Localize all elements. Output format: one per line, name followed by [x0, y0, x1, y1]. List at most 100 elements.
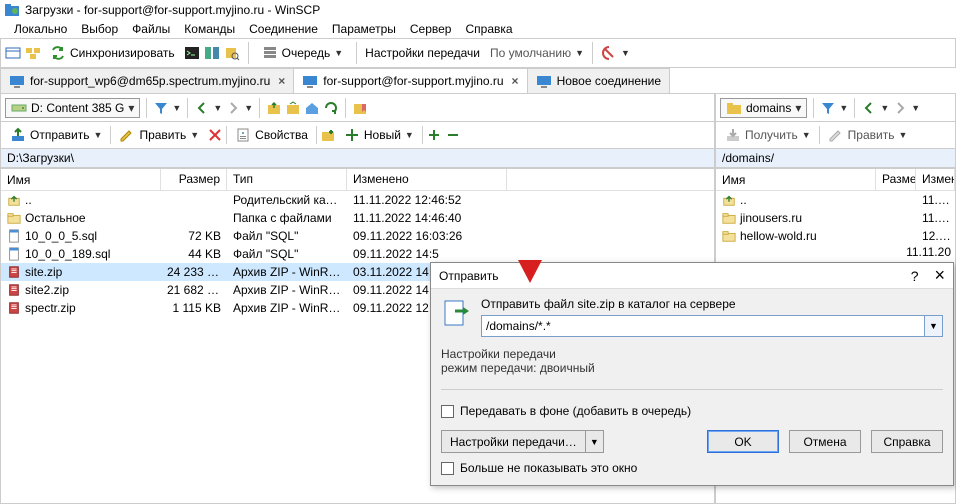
- chevron-down-icon[interactable]: ▼: [839, 103, 848, 113]
- transfer-settings-label[interactable]: Настройки передачи: [365, 46, 480, 60]
- table-row[interactable]: ..11.11.20: [716, 191, 955, 209]
- menu-commands[interactable]: Команды: [178, 21, 241, 37]
- menu-select[interactable]: Выбор: [75, 21, 124, 37]
- chevron-down-icon[interactable]: ▼: [586, 430, 604, 453]
- ok-button[interactable]: OK: [707, 430, 779, 453]
- filter-icon[interactable]: [820, 100, 836, 116]
- new-folder-icon[interactable]: [320, 127, 336, 143]
- queue-label: Очередь: [282, 46, 331, 60]
- back-icon[interactable]: [194, 100, 210, 116]
- minus-icon[interactable]: [445, 127, 461, 143]
- col-size[interactable]: Размер: [876, 169, 916, 190]
- button-label: Отмена: [803, 435, 846, 449]
- target-path-combo[interactable]: ▼: [481, 315, 943, 337]
- home-icon[interactable]: [304, 100, 320, 116]
- remote-dir-selector[interactable]: domains ▾: [720, 98, 807, 118]
- close-icon[interactable]: ×: [934, 265, 945, 286]
- new-button[interactable]: Новый ▼: [339, 124, 419, 146]
- cell-type: Файл "SQL": [227, 228, 347, 244]
- sites-icon[interactable]: [25, 45, 41, 61]
- tab-session-0[interactable]: for-support_wp6@dm65p.spectrum.myjino.ru…: [0, 68, 294, 93]
- delete-icon[interactable]: [207, 127, 223, 143]
- col-type[interactable]: Тип: [227, 169, 347, 190]
- col-name[interactable]: Имя: [716, 169, 876, 190]
- bookmark-icon[interactable]: [352, 100, 368, 116]
- remote-path: /domains/: [722, 151, 774, 165]
- chevron-down-icon[interactable]: ▼: [213, 103, 222, 113]
- edit-button[interactable]: Править ▼: [114, 124, 204, 146]
- download-icon: [725, 127, 741, 143]
- properties-button[interactable]: Свойства: [230, 124, 313, 146]
- root-icon[interactable]: [285, 100, 301, 116]
- chevron-down-icon[interactable]: ▼: [172, 103, 181, 113]
- col-size[interactable]: Размер: [161, 169, 227, 190]
- menu-help[interactable]: Справка: [459, 21, 518, 37]
- menu-connection[interactable]: Соединение: [243, 21, 324, 37]
- plus-icon[interactable]: [426, 127, 442, 143]
- tab-session-1[interactable]: for-support@for-support.myjino.ru ×: [293, 68, 527, 93]
- filter-icon[interactable]: [153, 100, 169, 116]
- col-name[interactable]: Имя: [1, 169, 161, 190]
- chevron-down-icon: ▼: [898, 130, 907, 140]
- table-row[interactable]: hellow-wold.ru12.11.20: [716, 227, 955, 245]
- refresh-icon[interactable]: [323, 100, 339, 116]
- find-icon[interactable]: [224, 45, 240, 61]
- parent-icon[interactable]: [266, 100, 282, 116]
- sync-icon: [50, 45, 66, 61]
- drive-icon: [11, 100, 27, 116]
- chevron-down-icon[interactable]: ▼: [621, 48, 630, 58]
- menu-server[interactable]: Сервер: [404, 21, 458, 37]
- chevron-down-icon: ▼: [802, 130, 811, 140]
- dont-show-again-checkbox[interactable]: Больше не показывать это окно: [441, 461, 943, 475]
- table-row[interactable]: ОстальноеПапка с файлами11.11.2022 14:46…: [1, 209, 714, 227]
- help-icon[interactable]: ?: [911, 268, 919, 284]
- back-icon[interactable]: [861, 100, 877, 116]
- close-icon[interactable]: ×: [512, 74, 519, 88]
- new-icon: [344, 127, 360, 143]
- menu-files[interactable]: Файлы: [126, 21, 176, 37]
- transfer-settings-button[interactable]: Настройки передачи… ▼: [441, 430, 604, 453]
- cell-size: [876, 217, 916, 219]
- transfer-preset[interactable]: По умолчанию: [490, 46, 571, 60]
- button-label: Справка: [883, 435, 930, 449]
- location-bar: D: Content 385 G ▾ ▼ ▼ ▼ domains ▾ ▼ ▼ ▼: [0, 94, 956, 122]
- folder-icon: [726, 100, 742, 116]
- cell-modified: 11.11.20: [916, 210, 955, 226]
- disconnect-icon[interactable]: [601, 45, 617, 61]
- chevron-down-icon[interactable]: ▼: [244, 103, 253, 113]
- target-path-input[interactable]: [481, 315, 925, 337]
- col-modified[interactable]: Изменено: [347, 169, 507, 190]
- sync-label: Синхронизировать: [70, 46, 175, 60]
- sync-button[interactable]: Синхронизировать: [45, 42, 180, 64]
- table-row[interactable]: 10_0_0_189.sql44 KBФайл "SQL"09.11.2022 …: [1, 245, 714, 263]
- chevron-down-icon[interactable]: ▼: [880, 103, 889, 113]
- session-icon[interactable]: [5, 45, 21, 61]
- transfer-background-checkbox[interactable]: Передавать в фоне (добавить в очередь): [441, 404, 943, 418]
- help-button[interactable]: Справка: [871, 430, 943, 453]
- table-row[interactable]: ..Родительский кат…11.11.2022 12:46:52: [1, 191, 714, 209]
- table-row[interactable]: 10_0_0_5.sql72 KBФайл "SQL"09.11.2022 16…: [1, 227, 714, 245]
- queue-button[interactable]: Очередь ▼: [257, 42, 349, 64]
- menubar: Локально Выбор Файлы Команды Соединение …: [0, 20, 956, 38]
- terminal-icon[interactable]: [184, 45, 200, 61]
- local-drive-selector[interactable]: D: Content 385 G ▾: [5, 98, 140, 118]
- chevron-down-icon[interactable]: ▼: [575, 48, 584, 58]
- chevron-down-icon[interactable]: ▼: [925, 315, 943, 337]
- cell-name: hellow-wold.ru: [716, 228, 876, 244]
- upload-button[interactable]: Отправить ▼: [5, 124, 107, 146]
- menu-options[interactable]: Параметры: [326, 21, 402, 37]
- download-button[interactable]: Получить ▼: [720, 124, 816, 146]
- menu-local[interactable]: Локально: [8, 21, 73, 37]
- close-icon[interactable]: ×: [278, 74, 285, 88]
- cancel-button[interactable]: Отмена: [789, 430, 861, 453]
- cell-size: [876, 235, 916, 237]
- edit-remote-button[interactable]: Править ▼: [823, 124, 913, 146]
- forward-icon[interactable]: [225, 100, 241, 116]
- col-modified[interactable]: Измене: [916, 169, 955, 190]
- table-row[interactable]: jinousers.ru11.11.20: [716, 209, 955, 227]
- compare-icon[interactable]: [204, 45, 220, 61]
- dialog-title: Отправить: [439, 269, 499, 283]
- tab-new-session[interactable]: Новое соединение: [527, 68, 671, 93]
- chevron-down-icon[interactable]: ▼: [911, 103, 920, 113]
- forward-icon[interactable]: [892, 100, 908, 116]
